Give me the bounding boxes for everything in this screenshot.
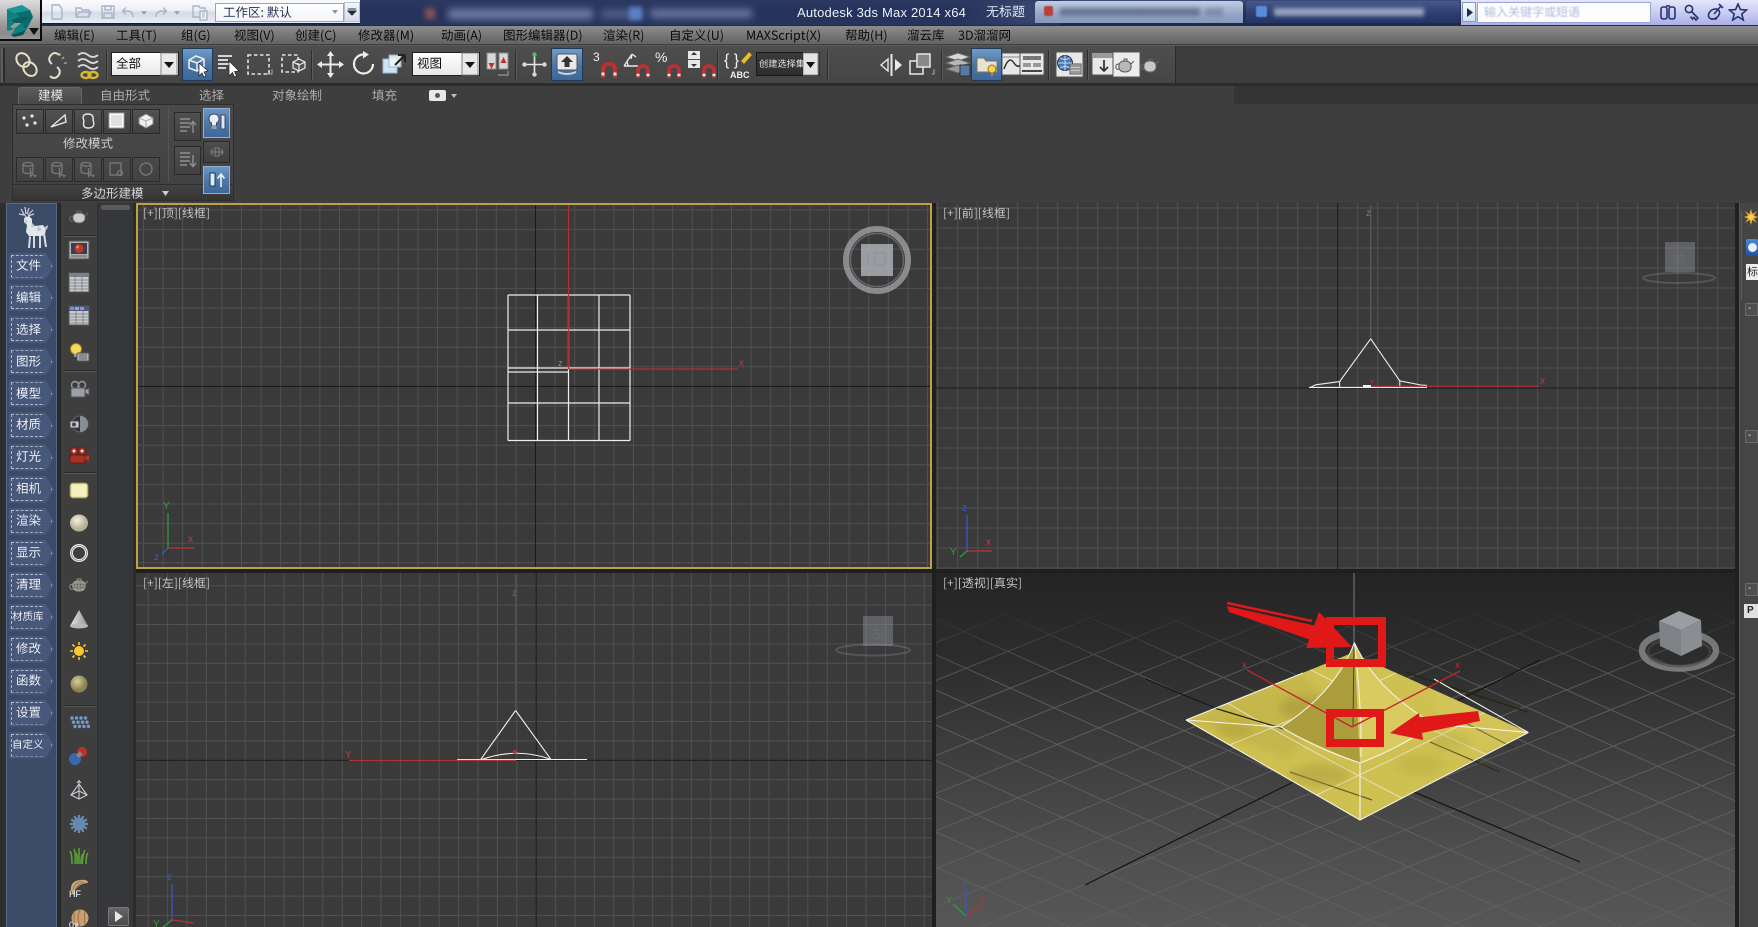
svg-text:3: 3 <box>593 50 600 64</box>
svg-text:z: z <box>167 872 172 883</box>
svg-text:x: x <box>1242 660 1247 671</box>
svg-text:Y: Y <box>946 895 952 905</box>
svg-text:HF: HF <box>69 889 81 898</box>
svg-text:z: z <box>512 588 517 599</box>
svg-text:z: z <box>962 503 967 514</box>
svg-text:Y: Y <box>345 750 352 761</box>
svg-text:x: x <box>981 894 986 904</box>
svg-text:0x: 0x <box>69 920 79 927</box>
svg-text:{ }: { } <box>724 52 740 69</box>
svg-text:z: z <box>962 876 967 886</box>
svg-text:x: x <box>1455 660 1460 671</box>
svg-text:ABC: ABC <box>730 70 750 80</box>
svg-text:z: z <box>1366 208 1371 219</box>
svg-text:x: x <box>986 537 991 548</box>
svg-text:x: x <box>1540 376 1545 387</box>
svg-text:Y: Y <box>950 547 957 558</box>
svg-text:%: % <box>655 49 667 65</box>
svg-text:Y: Y <box>153 919 160 927</box>
